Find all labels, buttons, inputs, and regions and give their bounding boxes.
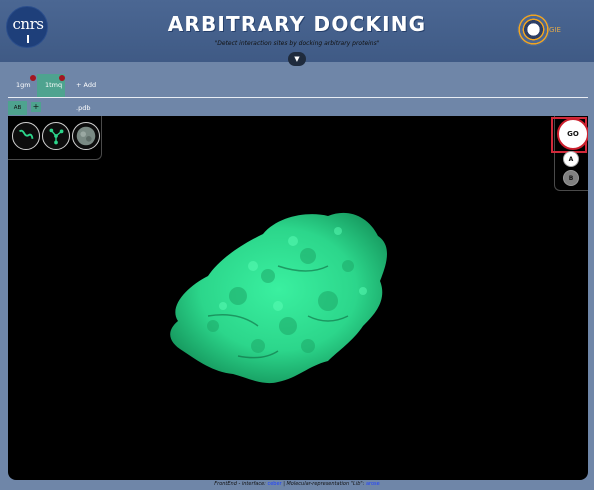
app-header: cnrs ARBITRARY DOCKING "Detect interacti… xyxy=(0,0,594,66)
lib-logo-text: GIE xyxy=(549,26,561,34)
docking-panel: GO A B xyxy=(551,116,588,191)
cartoon-icon[interactable] xyxy=(12,122,40,150)
partner-a-button[interactable]: A xyxy=(563,151,579,167)
partner-b-button[interactable]: B xyxy=(563,170,579,186)
tab-label: 1tmq xyxy=(45,81,63,89)
chain-tabbar: AB + xyxy=(8,101,48,115)
lib-logo xyxy=(517,13,550,46)
app-title: ARBITRARY DOCKING xyxy=(167,12,427,36)
molecule-viewer[interactable]: GO A B xyxy=(8,116,588,480)
add-chain-button[interactable]: + xyxy=(31,102,41,112)
surface-icon[interactable] xyxy=(72,122,100,150)
footer-prefix: FrontEnd - interface: xyxy=(214,481,266,487)
chevron-down-icon[interactable]: ▼ xyxy=(288,52,306,66)
app-subtitle: "Detect interaction sites by docking arb… xyxy=(214,40,380,47)
footer-link-arose[interactable]: arose xyxy=(366,481,380,487)
representation-panel xyxy=(8,116,102,160)
tab-close-dot[interactable] xyxy=(30,75,36,81)
ball-stick-icon[interactable] xyxy=(42,122,70,150)
protein-surface-shape xyxy=(170,212,387,384)
footer-link-ceber[interactable]: ceber xyxy=(267,481,281,487)
add-pdb-button[interactable]: + Add .pdb xyxy=(68,74,118,112)
structure-tabbar: 1gm 1tmq + Add .pdb xyxy=(8,74,588,112)
tab-label: 1gm xyxy=(16,81,31,89)
protein-surface[interactable] xyxy=(8,116,588,480)
chain-tab-ab[interactable]: AB xyxy=(8,101,27,115)
footer: FrontEnd - interface: ceber | Molecular-… xyxy=(0,481,594,487)
tab-close-dot[interactable] xyxy=(59,75,65,81)
go-button[interactable]: GO xyxy=(557,118,588,150)
footer-middle: | Molecular-representation "Lib": xyxy=(283,481,365,487)
tab-1gm[interactable]: 1gm xyxy=(8,74,36,97)
tab-1tmq[interactable]: 1tmq xyxy=(37,74,65,97)
